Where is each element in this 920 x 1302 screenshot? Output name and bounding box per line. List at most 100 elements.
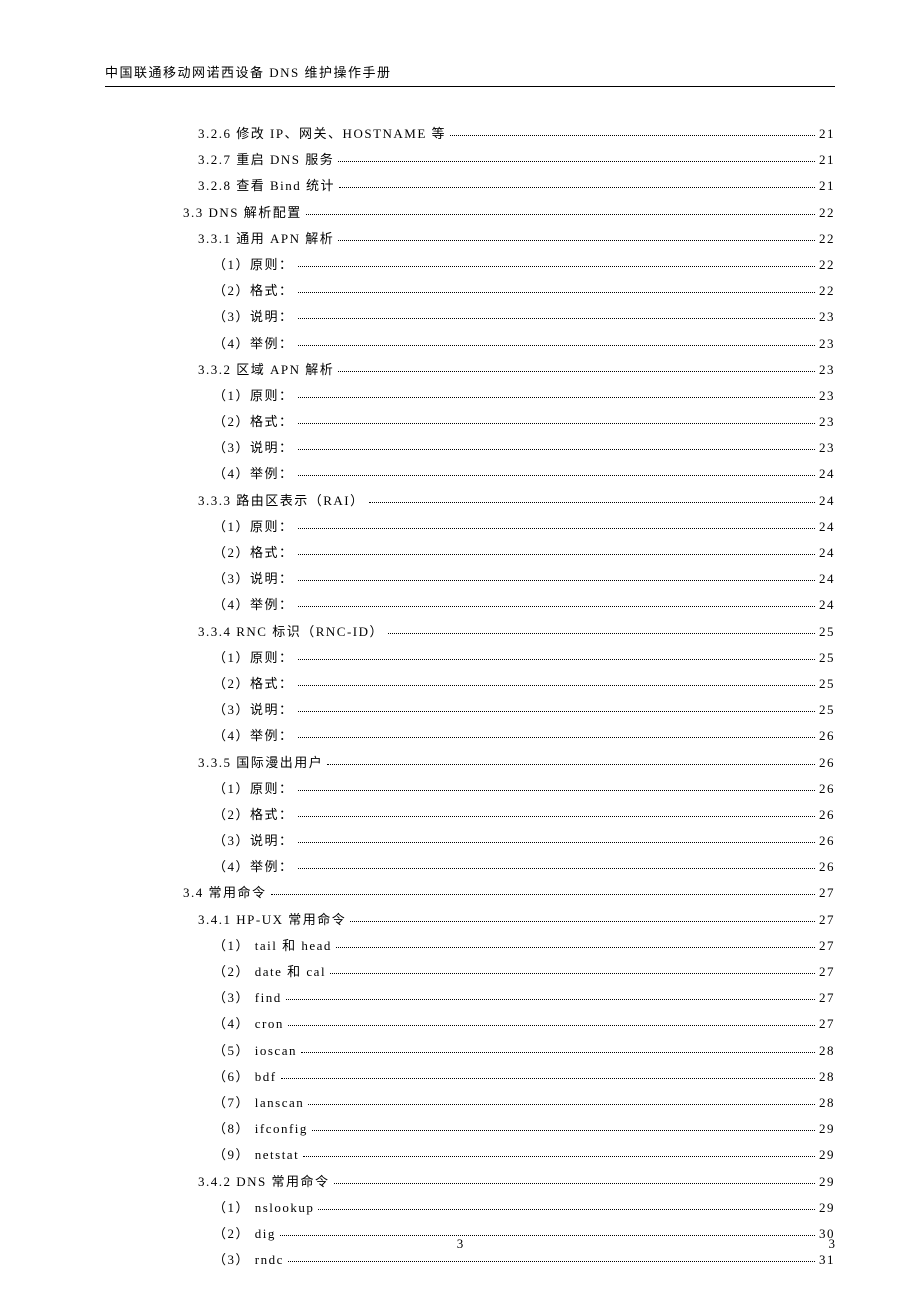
toc-dots bbox=[338, 371, 815, 372]
toc-entry[interactable]: 3.3.3 路由区表示（RAI）24 bbox=[183, 494, 835, 507]
toc-entry-label: （4）举例： bbox=[213, 467, 296, 480]
toc-entry[interactable]: 3.2.8 查看 Bind 统计21 bbox=[183, 179, 835, 192]
toc-entry-page: 25 bbox=[817, 625, 835, 638]
toc-entry[interactable]: （9） netstat29 bbox=[183, 1148, 835, 1161]
toc-entry-page: 24 bbox=[817, 494, 835, 507]
toc-entry-page: 29 bbox=[817, 1148, 835, 1161]
toc-dots bbox=[308, 1104, 815, 1105]
toc-entry-page: 21 bbox=[817, 127, 835, 140]
toc-entry-label: （4）举例： bbox=[213, 337, 296, 350]
toc-entry-page: 21 bbox=[817, 179, 835, 192]
toc-entry-page: 26 bbox=[817, 834, 835, 847]
toc-dots bbox=[298, 580, 815, 581]
toc-dots bbox=[350, 921, 815, 922]
toc-entry[interactable]: （3）说明： 26 bbox=[183, 834, 835, 847]
toc-entry[interactable]: （3） find27 bbox=[183, 991, 835, 1004]
toc-entry[interactable]: （2）格式：23 bbox=[183, 415, 835, 428]
toc-entry[interactable]: 3.4.1 HP-UX 常用命令27 bbox=[183, 913, 835, 926]
toc-entry[interactable]: 3.2.7 重启 DNS 服务 21 bbox=[183, 153, 835, 166]
toc-entry[interactable]: （2）格式：24 bbox=[183, 546, 835, 559]
toc-entry[interactable]: 3.3.2 区域 APN 解析23 bbox=[183, 363, 835, 376]
toc-entry[interactable]: （4）举例：23 bbox=[183, 337, 835, 350]
toc-entry-label: （4）举例： bbox=[213, 729, 296, 742]
toc-entry-page: 27 bbox=[817, 939, 835, 952]
toc-entry-label: （1） nslookup bbox=[213, 1201, 316, 1214]
toc-dots bbox=[298, 292, 815, 293]
toc-dots bbox=[298, 345, 815, 346]
toc-dots bbox=[388, 633, 815, 634]
toc-entry[interactable]: 3.3.5 国际漫出用户 26 bbox=[183, 756, 835, 769]
toc-entry[interactable]: （1）原则：23 bbox=[183, 389, 835, 402]
toc-entry[interactable]: 3.3.1 通用 APN 解析22 bbox=[183, 232, 835, 245]
toc-entry[interactable]: （4）举例：26 bbox=[183, 860, 835, 873]
toc-dots bbox=[303, 1156, 815, 1157]
toc-entry[interactable]: （4）举例：26 bbox=[183, 729, 835, 742]
toc-entry-page: 27 bbox=[817, 991, 835, 1004]
toc-entry[interactable]: 3.3.4 RNC 标识（RNC-ID）25 bbox=[183, 625, 835, 638]
toc-entry[interactable]: （3） rndc31 bbox=[183, 1253, 835, 1266]
page-number-right: 3 bbox=[829, 1236, 836, 1252]
toc-entry-label: （2）格式： bbox=[213, 808, 296, 821]
toc-entry[interactable]: （4）举例：24 bbox=[183, 467, 835, 480]
toc-entry-page: 23 bbox=[817, 310, 835, 323]
toc-entry-label: （2）格式： bbox=[213, 415, 296, 428]
toc-entry-page: 21 bbox=[817, 153, 835, 166]
toc-entry[interactable]: （4）举例：24 bbox=[183, 598, 835, 611]
toc-entry[interactable]: （2）格式：25 bbox=[183, 677, 835, 690]
toc-entry[interactable]: 3.3 DNS 解析配置22 bbox=[183, 206, 835, 219]
toc-entry[interactable]: （1）原则：26 bbox=[183, 782, 835, 795]
toc-entry-label: （2）格式： bbox=[213, 677, 296, 690]
toc-entry-page: 27 bbox=[817, 965, 835, 978]
toc-entry-page: 23 bbox=[817, 389, 835, 402]
toc-dots bbox=[298, 816, 815, 817]
toc-entry-label: （1）原则： bbox=[213, 520, 296, 533]
toc-entry[interactable]: （3）说明： 23 bbox=[183, 310, 835, 323]
toc-dots bbox=[298, 554, 815, 555]
toc-entry[interactable]: （1） tail 和 head27 bbox=[183, 939, 835, 952]
toc-entry-label: （4）举例： bbox=[213, 860, 296, 873]
toc-entry[interactable]: 3.4.2 DNS 常用命令29 bbox=[183, 1175, 835, 1188]
toc-entry-page: 26 bbox=[817, 756, 835, 769]
toc-entry[interactable]: （3）说明：23 bbox=[183, 441, 835, 454]
toc-entry-page: 25 bbox=[817, 651, 835, 664]
toc-entry[interactable]: （7） lanscan28 bbox=[183, 1096, 835, 1109]
toc-entry[interactable]: （1）原则： 24 bbox=[183, 520, 835, 533]
toc-entry-label: 3.2.7 重启 DNS 服务 bbox=[198, 153, 336, 166]
toc-entry[interactable]: （2）格式：22 bbox=[183, 284, 835, 297]
page-number-center: 3 bbox=[0, 1236, 920, 1252]
toc-entry[interactable]: （4） cron27 bbox=[183, 1017, 835, 1030]
toc-entry-label: 3.3.5 国际漫出用户 bbox=[198, 756, 325, 769]
toc-entry[interactable]: 3.2.6 修改 IP、网关、HOSTNAME 等21 bbox=[183, 127, 835, 140]
toc-entry[interactable]: （3）说明：25 bbox=[183, 703, 835, 716]
toc-entry[interactable]: （5） ioscan28 bbox=[183, 1044, 835, 1057]
toc-entry[interactable]: （2） date 和 cal27 bbox=[183, 965, 835, 978]
toc-entry[interactable]: （1） nslookup29 bbox=[183, 1201, 835, 1214]
toc-entry-label: （1）原则： bbox=[213, 782, 296, 795]
toc-entry-page: 22 bbox=[817, 232, 835, 245]
toc-dots bbox=[298, 842, 815, 843]
toc-entry-page: 24 bbox=[817, 546, 835, 559]
toc-dots bbox=[298, 449, 815, 450]
toc-dots bbox=[334, 1183, 815, 1184]
toc-entry-label: （3）说明： bbox=[213, 834, 296, 847]
toc-entry-page: 22 bbox=[817, 258, 835, 271]
toc-dots bbox=[286, 999, 815, 1000]
toc-dots bbox=[288, 1261, 815, 1262]
toc-entry[interactable]: （8） ifconfig29 bbox=[183, 1122, 835, 1135]
toc-entry-page: 25 bbox=[817, 703, 835, 716]
toc-entry-label: （6） bdf bbox=[213, 1070, 279, 1083]
toc-dots bbox=[298, 790, 815, 791]
toc-entry[interactable]: （3）说明：24 bbox=[183, 572, 835, 585]
toc-entry-page: 23 bbox=[817, 441, 835, 454]
toc-entry-page: 24 bbox=[817, 520, 835, 533]
toc-entry-label: 3.4.2 DNS 常用命令 bbox=[198, 1175, 332, 1188]
toc-entry[interactable]: （6） bdf28 bbox=[183, 1070, 835, 1083]
toc-entry[interactable]: （1）原则：22 bbox=[183, 258, 835, 271]
toc-dots bbox=[298, 711, 815, 712]
toc-entry[interactable]: （1）原则：25 bbox=[183, 651, 835, 664]
toc-entry[interactable]: 3.4 常用命令27 bbox=[183, 886, 835, 899]
toc-dots bbox=[450, 135, 815, 136]
toc-entry[interactable]: （2）格式：26 bbox=[183, 808, 835, 821]
toc-entry-page: 31 bbox=[817, 1253, 835, 1266]
toc-entry-label: （3）说明： bbox=[213, 310, 296, 323]
